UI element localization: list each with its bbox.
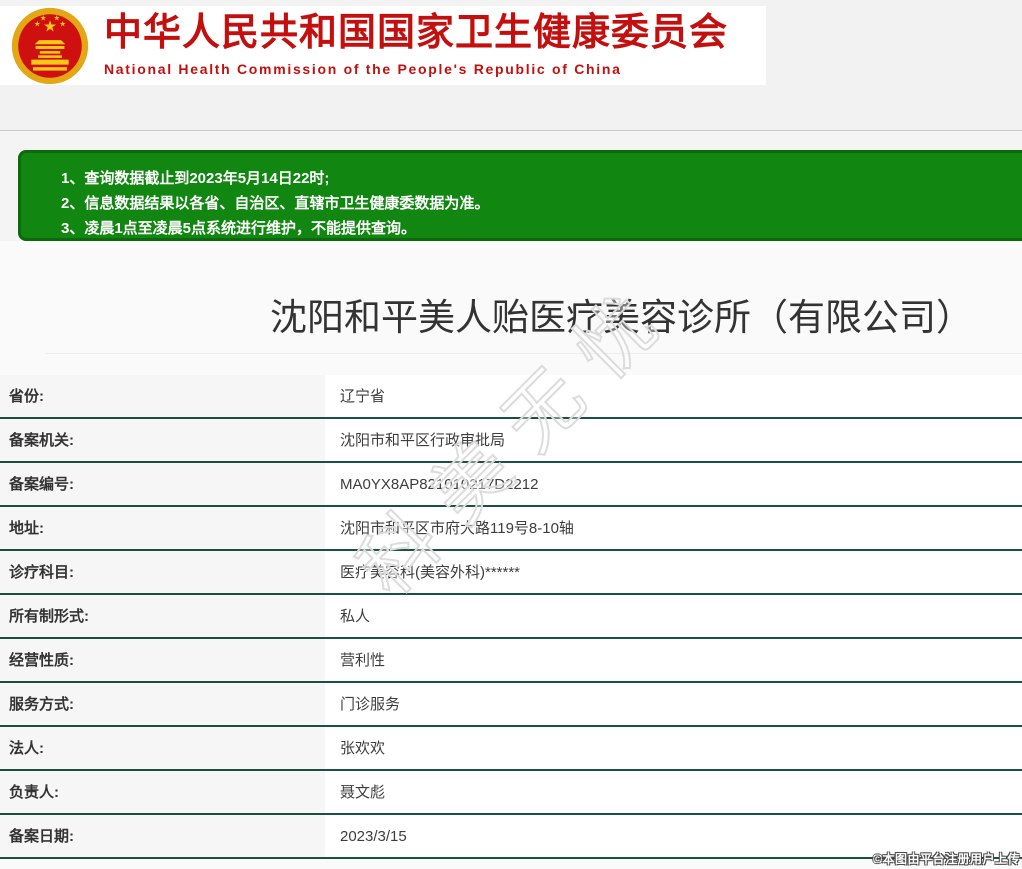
- field-value: MA0YX8AP821010217D2212: [325, 463, 1022, 505]
- field-label: 备案编号:: [0, 463, 325, 505]
- field-label: 法人:: [0, 727, 325, 769]
- table-row: 备案机关: 沈阳市和平区行政审批局: [0, 419, 1022, 463]
- table-row: 省份: 辽宁省: [0, 375, 1022, 419]
- site-header: 中华人民共和国国家卫生健康委员会 National Health Commiss…: [0, 6, 766, 85]
- table-row: 法人: 张欢欢: [0, 727, 1022, 771]
- field-value: 沈阳市和平区行政审批局: [325, 419, 1022, 461]
- field-value: 私人: [325, 595, 1022, 637]
- header-titles: 中华人民共和国国家卫生健康委员会 National Health Commiss…: [104, 14, 728, 77]
- table-row: 所有制形式: 私人: [0, 595, 1022, 639]
- title-separator: [45, 353, 1022, 354]
- table-row: 服务方式: 门诊服务: [0, 683, 1022, 727]
- china-national-emblem-icon: [6, 7, 94, 85]
- notice-line: 1、查询数据截止到2023年5月14日22时;: [61, 166, 1022, 191]
- field-label: 地址:: [0, 507, 325, 549]
- field-value: 门诊服务: [325, 683, 1022, 725]
- table-row: 备案日期: 2023/3/15: [0, 815, 1022, 859]
- upload-attribution-watermark: ©本图由平台注册用户上传: [873, 850, 1020, 867]
- field-label: 备案机关:: [0, 419, 325, 461]
- field-label: 诊疗科目:: [0, 551, 325, 593]
- site-title-english: National Health Commission of the People…: [104, 61, 728, 77]
- field-value: 张欢欢: [325, 727, 1022, 769]
- table-row: 经营性质: 营利性: [0, 639, 1022, 683]
- table-row: 备案编号: MA0YX8AP821010217D2212: [0, 463, 1022, 507]
- field-label: 省份:: [0, 375, 325, 417]
- notice-box: 1、查询数据截止到2023年5月14日22时; 2、信息数据结果以各省、自治区、…: [18, 150, 1022, 241]
- table-row: 地址: 沈阳市和平区市府大路119号8-10轴: [0, 507, 1022, 551]
- notice-line: 3、凌晨1点至凌晨5点系统进行维护，不能提供查询。: [61, 216, 1022, 241]
- notice-line: 2、信息数据结果以各省、自治区、直辖市卫生健康委数据为准。: [61, 191, 1022, 216]
- field-label: 备案日期:: [0, 815, 325, 857]
- institution-name-title: 沈阳和平美人贻医疗美容诊所（有限公司）: [270, 287, 973, 341]
- site-title-chinese: 中华人民共和国国家卫生健康委员会: [104, 14, 728, 54]
- record-fields-table: 省份: 辽宁省 备案机关: 沈阳市和平区行政审批局 备案编号: MA0YX8AP…: [0, 375, 1022, 859]
- table-row: 负责人: 聂文彪: [0, 771, 1022, 815]
- table-row: 诊疗科目: 医疗美容科(美容外科)******: [0, 551, 1022, 595]
- field-label: 服务方式:: [0, 683, 325, 725]
- field-value: 营利性: [325, 639, 1022, 681]
- field-value: 聂文彪: [325, 771, 1022, 813]
- field-label: 经营性质:: [0, 639, 325, 681]
- field-value: 辽宁省: [325, 375, 1022, 417]
- field-value: 沈阳市和平区市府大路119号8-10轴: [325, 507, 1022, 549]
- field-value: 医疗美容科(美容外科)******: [325, 551, 1022, 593]
- field-label: 负责人:: [0, 771, 325, 813]
- field-label: 所有制形式:: [0, 595, 325, 637]
